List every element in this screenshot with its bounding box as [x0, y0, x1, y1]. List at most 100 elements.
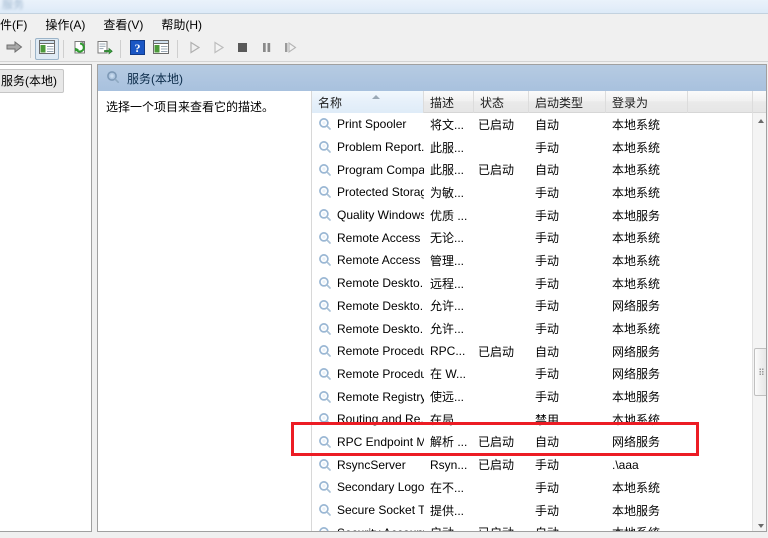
service-name-label: Routing and Re...	[337, 412, 424, 427]
service-gear-icon	[318, 140, 332, 154]
resume-service-button[interactable]	[206, 38, 230, 60]
column-header-status[interactable]: 状态	[474, 91, 529, 113]
service-cell-log_on_as: 网络服务	[612, 299, 661, 314]
service-row[interactable]: Routing and Re... 在局... 禁用 本地系统	[312, 408, 766, 431]
service-gear-icon	[318, 231, 332, 245]
service-gear-icon	[318, 253, 332, 267]
toolbar-separator-1	[30, 39, 31, 58]
properties-button[interactable]	[149, 38, 173, 60]
service-gear-icon	[318, 526, 332, 531]
chevron-up-icon	[757, 118, 764, 123]
service-description-placeholder: 选择一个项目来查看它的描述。	[106, 100, 275, 114]
service-cell-description: 在 W...	[430, 367, 467, 382]
service-row[interactable]: Print Spooler 将文... 已启动 自动 本地系统	[312, 113, 766, 136]
service-row[interactable]: Problem Report... 此服... 手动 本地系统	[312, 136, 766, 159]
svg-text:?: ?	[134, 40, 140, 54]
service-cell-startup_type: 手动	[535, 480, 560, 495]
service-name-label: Print Spooler	[337, 117, 407, 132]
toolbar-separator-3	[120, 39, 121, 58]
services-gear-icon	[106, 70, 120, 87]
details-pane-title: 服务(本地)	[127, 71, 183, 86]
stop-icon	[236, 41, 249, 57]
service-name-label: RsyncServer	[337, 457, 406, 472]
service-cell-name: Remote Deskto...	[312, 299, 424, 313]
service-row[interactable]: Secure Socket T... 提供... 手动 本地服务	[312, 499, 766, 522]
service-row[interactable]: Remote Access ... 无论... 手动 本地系统	[312, 226, 766, 249]
scrollbar-thumb[interactable]	[754, 348, 766, 397]
export-list-icon	[96, 40, 113, 58]
service-cell-name: Protected Storage	[312, 185, 424, 199]
service-row[interactable]: Quality Windows... 优质 ... 手动 本地服务	[312, 204, 766, 227]
start-service-button[interactable]	[182, 38, 206, 60]
service-row[interactable]: Program Compa... 此服... 已启动 自动 本地系统	[312, 158, 766, 181]
service-cell-description: 提供...	[430, 503, 465, 518]
tree-node-services-local[interactable]: 服务(本地)	[0, 69, 64, 93]
service-row[interactable]: Remote Registry 使远... 手动 本地服务	[312, 385, 766, 408]
service-cell-startup_type: 手动	[535, 458, 560, 473]
show-hide-console-tree-button[interactable]	[35, 37, 59, 60]
service-cell-description: Rsyn...	[430, 457, 468, 472]
service-cell-description: 将文...	[430, 117, 465, 132]
forward-button[interactable]	[2, 38, 26, 60]
service-cell-name: RPC Endpoint M...	[312, 435, 424, 449]
service-gear-icon	[318, 322, 332, 336]
scroll-down-button[interactable]	[753, 518, 766, 531]
menu-file[interactable]: 件(F)	[0, 17, 36, 34]
column-header-log_on_as[interactable]: 登录为	[606, 91, 688, 113]
service-cell-description: 此服...	[430, 163, 465, 178]
service-row[interactable]: Remote Procedu... RPC... 已启动 自动 网络服务	[312, 340, 766, 363]
service-cell-log_on_as: 本地系统	[612, 231, 661, 246]
service-row[interactable]: Remote Deskto... 允许... 手动 网络服务	[312, 295, 766, 318]
bottom-tab-strip	[0, 534, 768, 538]
service-name-label: Remote Access ...	[337, 253, 424, 268]
service-cell-log_on_as: 网络服务	[612, 344, 661, 359]
service-row[interactable]: RsyncServer Rsyn... 已启动 手动 .\aaa	[312, 453, 766, 476]
menu-help[interactable]: 帮助(H)	[152, 17, 211, 34]
service-cell-name: Program Compa...	[312, 163, 424, 177]
service-name-label: Program Compa...	[337, 162, 424, 177]
export-list-button[interactable]	[92, 38, 116, 60]
service-cell-name: Remote Access ...	[312, 231, 424, 245]
stop-service-button[interactable]	[230, 38, 254, 60]
service-row[interactable]: Remote Access ... 管理... 手动 本地系统	[312, 249, 766, 272]
service-row[interactable]: RPC Endpoint M... 解析 ... 已启动 自动 网络服务	[312, 431, 766, 454]
service-gear-icon	[318, 344, 332, 358]
service-cell-startup_type: 自动	[529, 524, 606, 531]
column-header-spacer[interactable]	[688, 91, 753, 113]
service-name-label: Remote Deskto...	[337, 298, 424, 313]
service-cell-status: 已启动	[478, 163, 515, 178]
services-list-scrollbar[interactable]	[752, 113, 766, 531]
service-cell-log_on_as: .\aaa	[612, 457, 639, 472]
help-button[interactable]: ?	[125, 38, 149, 60]
service-row[interactable]: Security Account...启动...已启动自动本地系统	[312, 521, 766, 531]
service-cell-status: 已启动	[478, 435, 515, 450]
scroll-up-button[interactable]	[753, 113, 766, 128]
service-cell-log_on_as: 本地系统	[612, 276, 661, 291]
services-console-window: 服务 件(F) 操作(A) 查看(V) 帮助(H) ? 服务(本地) 服务(本地…	[0, 0, 768, 538]
refresh-button[interactable]	[68, 38, 92, 60]
service-cell-startup_type: 自动	[535, 163, 560, 178]
window-title-ghost: 服务	[2, 0, 24, 11]
pause-service-button[interactable]	[254, 38, 278, 60]
service-row[interactable]: Protected Storage 为敏... 手动 本地系统	[312, 181, 766, 204]
service-cell-name: Print Spooler	[312, 117, 424, 131]
menu-view[interactable]: 查看(V)	[94, 17, 152, 34]
menu-action[interactable]: 操作(A)	[36, 17, 94, 34]
service-cell-startup_type: 手动	[535, 140, 560, 155]
service-name-label: Remote Deskto...	[337, 276, 424, 291]
service-cell-description: 允许...	[430, 322, 465, 337]
column-header-description[interactable]: 描述	[424, 91, 474, 113]
service-row[interactable]: Remote Deskto... 远程... 手动 本地系统	[312, 272, 766, 295]
service-cell-log_on_as: 本地系统	[612, 140, 661, 155]
restart-service-button[interactable]	[278, 38, 302, 60]
service-name-label: Remote Access ...	[337, 230, 424, 245]
column-header-startup_type[interactable]: 启动类型	[529, 91, 606, 113]
service-row[interactable]: Remote Procedu... 在 W... 手动 网络服务	[312, 363, 766, 386]
service-cell-startup_type: 手动	[535, 231, 560, 246]
service-cell-description: 无论...	[430, 231, 465, 246]
service-description-area: 选择一个项目来查看它的描述。	[98, 91, 311, 531]
column-header-name[interactable]: 名称	[312, 91, 424, 113]
service-row[interactable]: Secondary Logon 在不... 手动 本地系统	[312, 476, 766, 499]
service-cell-description: 在局...	[430, 412, 465, 427]
service-row[interactable]: Remote Deskto... 允许... 手动 本地系统	[312, 317, 766, 340]
